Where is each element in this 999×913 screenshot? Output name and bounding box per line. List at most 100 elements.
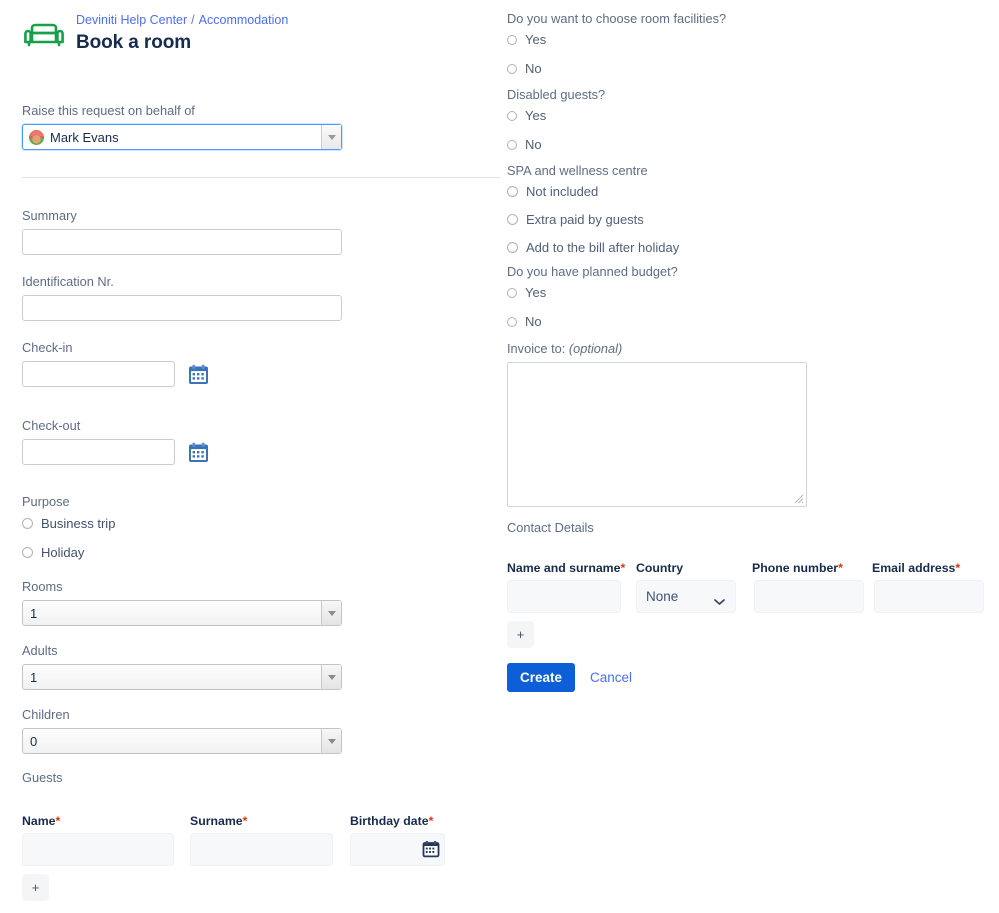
- invoice-textarea-wrapper: [507, 362, 807, 512]
- radio-icon[interactable]: [507, 242, 518, 253]
- breadcrumb-portal-link[interactable]: Deviniti Help Center: [76, 13, 187, 27]
- purpose-option-holiday[interactable]: Holiday: [22, 545, 115, 560]
- children-select[interactable]: 0: [22, 728, 342, 754]
- required-marker: *: [838, 561, 843, 575]
- chevron-down-icon[interactable]: [714, 593, 725, 611]
- rooms-label: Rooms: [22, 579, 342, 595]
- chevron-down-icon[interactable]: [321, 665, 341, 689]
- raise-on-behalf-label: Raise this request on behalf of: [22, 103, 342, 119]
- disabled-guests-field: Disabled guests? Yes No: [507, 87, 605, 152]
- checkin-field: Check-in: [22, 340, 209, 387]
- required-marker: *: [56, 814, 61, 828]
- spa-option-extra-paid[interactable]: Extra paid by guests: [507, 212, 679, 227]
- chevron-down-icon[interactable]: [321, 601, 341, 625]
- calendar-icon[interactable]: [187, 441, 209, 463]
- invoice-textarea[interactable]: [507, 362, 807, 507]
- children-value: 0: [30, 734, 37, 749]
- country-value: None: [646, 589, 678, 604]
- guest-birthday-wrapper: [350, 833, 445, 866]
- spa-label: SPA and wellness centre: [507, 163, 679, 179]
- armchair-icon: [22, 15, 66, 53]
- disabled-guests-option-label: No: [525, 137, 542, 152]
- spa-option-label: Add to the bill after holiday: [526, 240, 679, 255]
- budget-field: Do you have planned budget? Yes No: [507, 264, 678, 329]
- invoice-label: Invoice to: (optional): [507, 341, 807, 357]
- radio-icon[interactable]: [507, 317, 517, 327]
- spa-option-add-to-bill[interactable]: Add to the bill after holiday: [507, 240, 679, 255]
- calendar-icon[interactable]: [187, 363, 209, 385]
- checkin-row: [22, 361, 209, 387]
- chevron-down-icon[interactable]: [321, 125, 341, 149]
- book-a-room-form-page: Deviniti Help Center/Accommodation Book …: [0, 0, 999, 913]
- budget-option-label: Yes: [525, 285, 546, 300]
- budget-option-yes[interactable]: Yes: [507, 285, 678, 300]
- contact-email-input[interactable]: [874, 580, 984, 613]
- children-field: Children 0: [22, 707, 342, 754]
- radio-icon[interactable]: [22, 547, 33, 558]
- chevron-down-icon[interactable]: [321, 729, 341, 753]
- add-contact-button[interactable]: +: [507, 621, 534, 648]
- raise-on-behalf-picker[interactable]: Mark Evans: [22, 124, 342, 150]
- identification-label: Identification Nr.: [22, 274, 342, 290]
- radio-icon[interactable]: [22, 518, 33, 529]
- calendar-icon[interactable]: [422, 840, 440, 863]
- required-marker: *: [955, 561, 960, 575]
- create-button[interactable]: Create: [507, 663, 575, 692]
- room-facilities-option-no[interactable]: No: [507, 61, 726, 76]
- contact-col-country-text: Country: [636, 561, 683, 575]
- radio-icon[interactable]: [507, 140, 517, 150]
- disabled-guests-option-yes[interactable]: Yes: [507, 108, 605, 123]
- checkout-label: Check-out: [22, 418, 209, 434]
- contact-name-input[interactable]: [507, 580, 621, 613]
- breadcrumb-separator: /: [191, 13, 194, 27]
- breadcrumb-category-link[interactable]: Accommodation: [199, 13, 289, 27]
- purpose-option-business-trip[interactable]: Business trip: [22, 516, 115, 531]
- guests-table-header: Name* Surname* Birthday date*: [22, 814, 480, 833]
- identification-field: Identification Nr.: [22, 274, 342, 321]
- radio-icon[interactable]: [507, 35, 517, 45]
- guest-surname-input[interactable]: [190, 833, 333, 866]
- raise-on-behalf-value: Mark Evans: [50, 130, 119, 145]
- radio-icon[interactable]: [507, 214, 518, 225]
- radio-icon[interactable]: [507, 111, 517, 121]
- contact-col-email-text: Email address: [872, 561, 955, 575]
- checkout-input[interactable]: [22, 439, 175, 465]
- summary-label: Summary: [22, 208, 342, 224]
- room-facilities-option-yes[interactable]: Yes: [507, 32, 726, 47]
- disabled-guests-option-label: Yes: [525, 108, 546, 123]
- radio-icon[interactable]: [507, 186, 518, 197]
- spa-option-label: Not included: [526, 184, 598, 199]
- contact-col-phone-text: Phone number: [752, 561, 838, 575]
- identification-input[interactable]: [22, 295, 342, 321]
- radio-icon[interactable]: [507, 64, 517, 74]
- country-select[interactable]: None: [636, 580, 736, 613]
- required-marker: *: [243, 814, 248, 828]
- radio-icon[interactable]: [507, 288, 517, 298]
- add-guest-button[interactable]: +: [22, 874, 49, 901]
- disabled-guests-option-no[interactable]: No: [507, 137, 605, 152]
- spa-field: SPA and wellness centre Not included Ext…: [507, 163, 679, 255]
- guests-col-surname-text: Surname: [190, 814, 243, 828]
- summary-input[interactable]: [22, 229, 342, 255]
- contact-table-row: None: [507, 580, 984, 613]
- checkin-input[interactable]: [22, 361, 175, 387]
- cancel-button[interactable]: Cancel: [584, 669, 638, 686]
- budget-option-no[interactable]: No: [507, 314, 678, 329]
- guests-col-birthday-text: Birthday date: [350, 814, 429, 828]
- header-text-block: Deviniti Help Center/Accommodation Book …: [76, 13, 288, 55]
- guests-label: Guests: [22, 770, 480, 786]
- room-facilities-option-label: Yes: [525, 32, 546, 47]
- contact-phone-input[interactable]: [754, 580, 864, 613]
- spa-option-not-included[interactable]: Not included: [507, 184, 679, 199]
- checkout-row: [22, 439, 209, 465]
- rooms-select[interactable]: 1: [22, 600, 342, 626]
- checkout-field: Check-out: [22, 418, 209, 465]
- purpose-label: Purpose: [22, 494, 115, 510]
- contact-details-label: Contact Details: [507, 520, 984, 536]
- adults-value: 1: [30, 670, 37, 685]
- guest-name-input[interactable]: [22, 833, 174, 866]
- breadcrumb: Deviniti Help Center / Accommodation: [76, 13, 288, 28]
- adults-select[interactable]: 1: [22, 664, 342, 690]
- contact-col-email: Email address*: [872, 561, 982, 575]
- adults-field: Adults 1: [22, 643, 342, 690]
